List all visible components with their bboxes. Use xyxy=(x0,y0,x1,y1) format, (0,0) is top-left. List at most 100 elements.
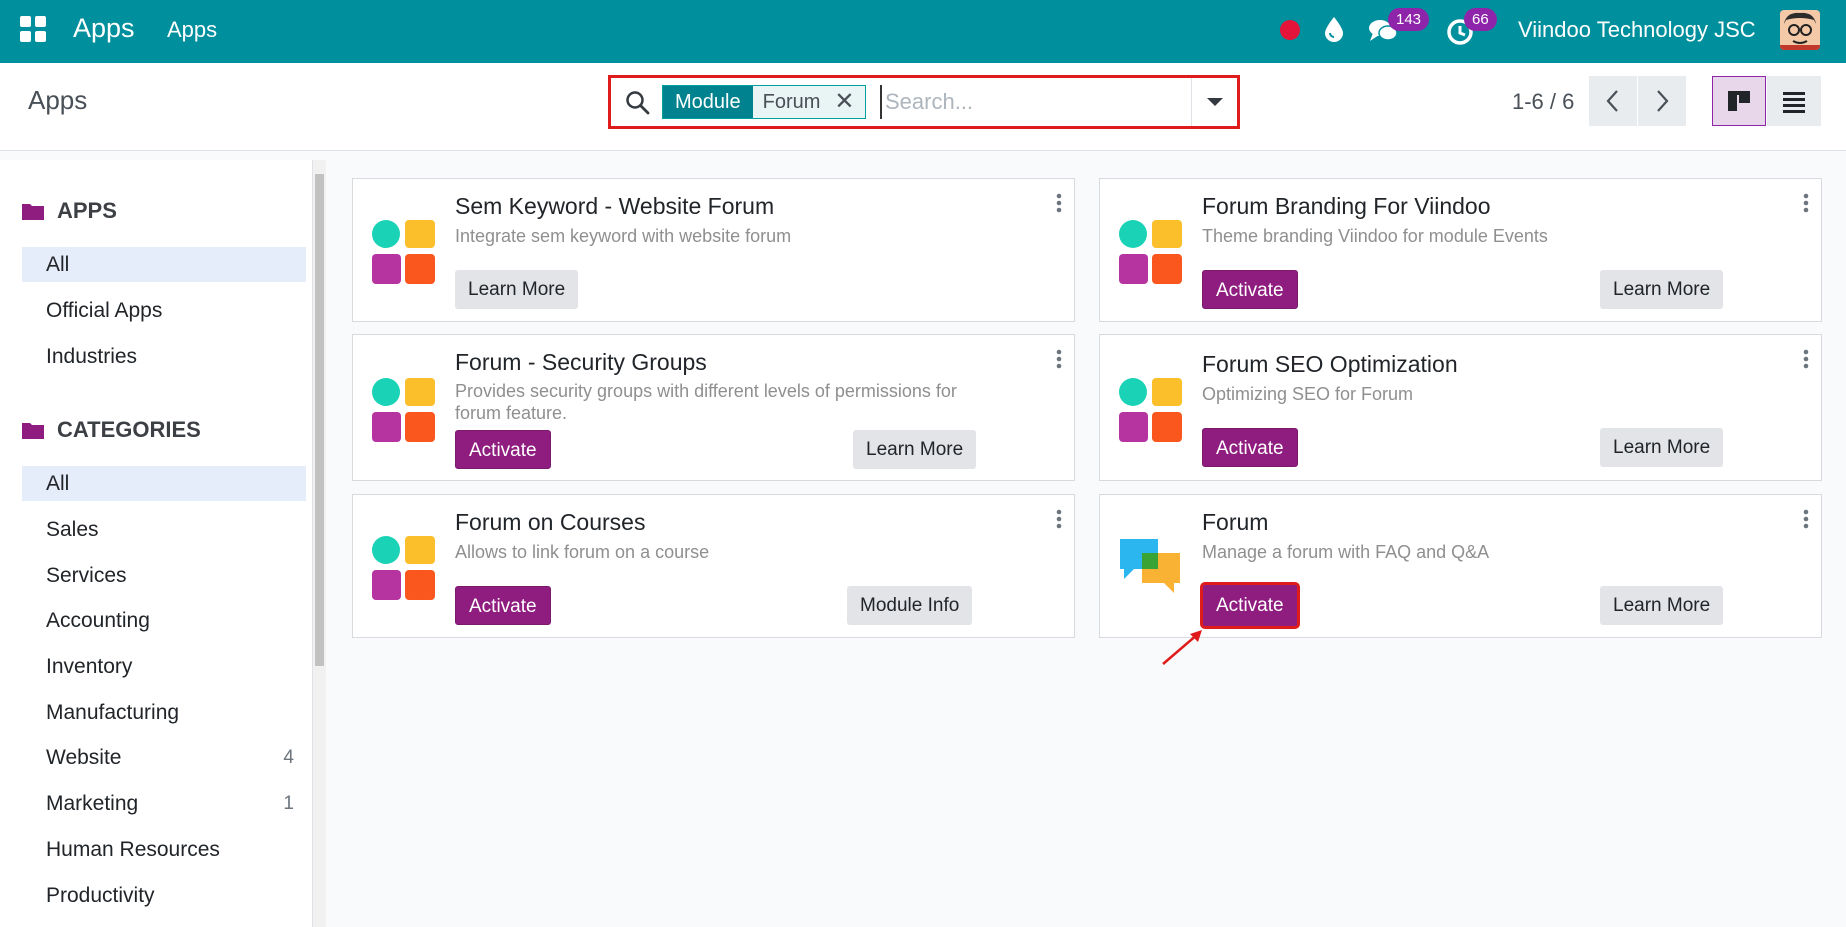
control-panel: Apps Module Forum ✕ 1-6 / 6 xyxy=(0,63,1846,151)
sidebar-item-count: 4 xyxy=(283,747,294,768)
module-icon xyxy=(1119,378,1182,442)
pager-value[interactable]: 1-6 / 6 xyxy=(1512,89,1574,115)
app-card[interactable]: Forum Manage a forum with FAQ and Q&A Ac… xyxy=(1099,494,1822,638)
apps-heading-label: APPS xyxy=(57,198,117,223)
sidebar-category-marketing[interactable]: Marketing 1 xyxy=(22,786,306,821)
facet-category: Module xyxy=(663,86,753,118)
more-options-icon[interactable] xyxy=(1056,349,1062,369)
more-options-icon[interactable] xyxy=(1803,509,1809,529)
app-card[interactable]: Forum SEO Optimization Optimizing SEO fo… xyxy=(1099,334,1822,481)
folder-icon xyxy=(22,423,44,439)
sidebar-item-label: All xyxy=(46,472,70,495)
activate-button[interactable]: Activate xyxy=(1202,270,1298,309)
kanban-icon xyxy=(1728,91,1750,111)
search-input[interactable] xyxy=(880,85,1190,119)
module-icon xyxy=(1119,220,1182,284)
app-brand[interactable]: Apps xyxy=(73,13,135,44)
activate-button[interactable]: Activate xyxy=(455,430,551,469)
sidebar-item-label: Accounting xyxy=(46,609,150,632)
facet-value-label: Forum xyxy=(762,91,821,113)
sidebar-item-label: Website xyxy=(46,746,122,769)
activate-button[interactable]: Activate xyxy=(455,586,551,625)
learn-more-button[interactable]: Learn More xyxy=(455,270,579,309)
messages-badge: 143 xyxy=(1388,8,1430,31)
company-switcher[interactable]: Viindoo Technology JSC xyxy=(1518,17,1756,43)
learn-more-button[interactable]: Learn More xyxy=(1600,270,1724,309)
chevron-right-icon xyxy=(1657,90,1669,112)
app-description: Provides security groups with different … xyxy=(455,381,957,423)
categories-heading-label: CATEGORIES xyxy=(57,417,201,442)
kanban-view-button[interactable] xyxy=(1712,76,1766,126)
learn-more-button[interactable]: Learn More xyxy=(853,430,977,469)
search-facet: Module Forum ✕ xyxy=(662,85,866,119)
app-card[interactable]: Forum - Security Groups Provides securit… xyxy=(352,334,1075,481)
sidebar-category-all[interactable]: All xyxy=(22,466,306,501)
sidebar-category-sales[interactable]: Sales xyxy=(22,512,306,547)
sidebar-item-count: 1 xyxy=(283,793,294,814)
pager-previous-button[interactable] xyxy=(1589,76,1637,126)
user-avatar[interactable] xyxy=(1780,10,1820,50)
app-title: Sem Keyword - Website Forum xyxy=(455,193,775,219)
sidebar-apps-industries[interactable]: Industries xyxy=(22,339,306,374)
module-icon xyxy=(372,220,435,284)
sidebar-category-productivity[interactable]: Productivity xyxy=(22,878,306,913)
sidebar-item-label: Services xyxy=(46,564,127,587)
sidebar-category-manufacturing[interactable]: Manufacturing xyxy=(22,695,306,730)
sidebar-item-label: Sales xyxy=(46,518,99,541)
apps-heading: APPS xyxy=(22,198,117,224)
more-options-icon[interactable] xyxy=(1056,193,1062,213)
sidebar-item-label: All xyxy=(46,253,70,276)
sidebar-category-inventory[interactable]: Inventory xyxy=(22,649,306,684)
record-dot-icon[interactable] xyxy=(1280,20,1300,40)
more-options-icon[interactable] xyxy=(1803,349,1809,369)
more-options-icon[interactable] xyxy=(1803,193,1809,213)
learn-more-button[interactable]: Learn More xyxy=(1600,586,1724,625)
sidebar-item-label: Human Resources xyxy=(46,838,220,861)
app-description: Allows to link forum on a course xyxy=(455,542,710,562)
sidebar-category-human-resources[interactable]: Human Resources xyxy=(22,832,306,867)
menu-apps[interactable]: Apps xyxy=(167,17,217,43)
module-icon xyxy=(372,536,435,600)
activate-button[interactable]: Activate xyxy=(1202,428,1298,467)
search-options-toggle[interactable] xyxy=(1191,78,1237,126)
close-icon[interactable]: ✕ xyxy=(834,90,854,114)
sidebar-category-accounting[interactable]: Accounting xyxy=(22,603,306,638)
sidebar-category-services[interactable]: Services xyxy=(22,558,306,593)
app-card[interactable]: Forum Branding For Viindoo Theme brandin… xyxy=(1099,178,1822,322)
search-icon xyxy=(626,91,650,115)
list-view-button[interactable] xyxy=(1767,76,1821,126)
grid-icon[interactable] xyxy=(20,16,46,42)
sidebar-item-label: Marketing xyxy=(46,792,139,815)
top-navbar: Apps Apps 143 66 Viindoo Technology JSC xyxy=(0,0,1846,63)
app-description: Manage a forum with FAQ and Q&A xyxy=(1202,542,1490,562)
app-description: Integrate sem keyword with website forum xyxy=(455,226,792,246)
app-card[interactable]: Forum on Courses Allows to link forum on… xyxy=(352,494,1075,638)
list-icon xyxy=(1783,92,1805,113)
sidebar-apps-official[interactable]: Official Apps xyxy=(22,293,306,328)
search-panel: APPS All Official Apps Industries CATEGO… xyxy=(0,160,313,927)
app-title: Forum Branding For Viindoo xyxy=(1202,193,1491,219)
activate-button[interactable]: Activate xyxy=(1200,582,1300,629)
app-title: Forum - Security Groups xyxy=(455,349,707,375)
sidebar-item-label: Productivity xyxy=(46,884,155,907)
module-info-button[interactable]: Module Info xyxy=(847,586,973,625)
sidebar-item-label: Industries xyxy=(46,345,138,368)
scrollbar-thumb[interactable] xyxy=(315,174,324,666)
app-description: Theme branding Viindoo for module Events xyxy=(1202,226,1548,246)
folder-icon xyxy=(22,204,44,220)
categories-heading: CATEGORIES xyxy=(22,417,201,443)
more-options-icon[interactable] xyxy=(1056,509,1062,529)
pager-next-button[interactable] xyxy=(1638,76,1686,126)
sidebar-item-label: Manufacturing xyxy=(46,701,180,724)
learn-more-button[interactable]: Learn More xyxy=(1600,428,1724,467)
app-card[interactable]: Sem Keyword - Website Forum Integrate se… xyxy=(352,178,1075,322)
drop-icon[interactable] xyxy=(1323,16,1345,42)
search-bar: Module Forum ✕ xyxy=(608,75,1240,129)
chevron-left-icon xyxy=(1606,90,1618,112)
sidebar-apps-all[interactable]: All xyxy=(22,247,306,282)
sidebar-category-website[interactable]: Website 4 xyxy=(22,740,306,775)
facet-value: Forum ✕ xyxy=(752,86,865,118)
app-title: Forum xyxy=(1202,509,1269,535)
sidebar-scrollbar[interactable] xyxy=(313,160,326,927)
activities-badge: 66 xyxy=(1464,8,1497,31)
